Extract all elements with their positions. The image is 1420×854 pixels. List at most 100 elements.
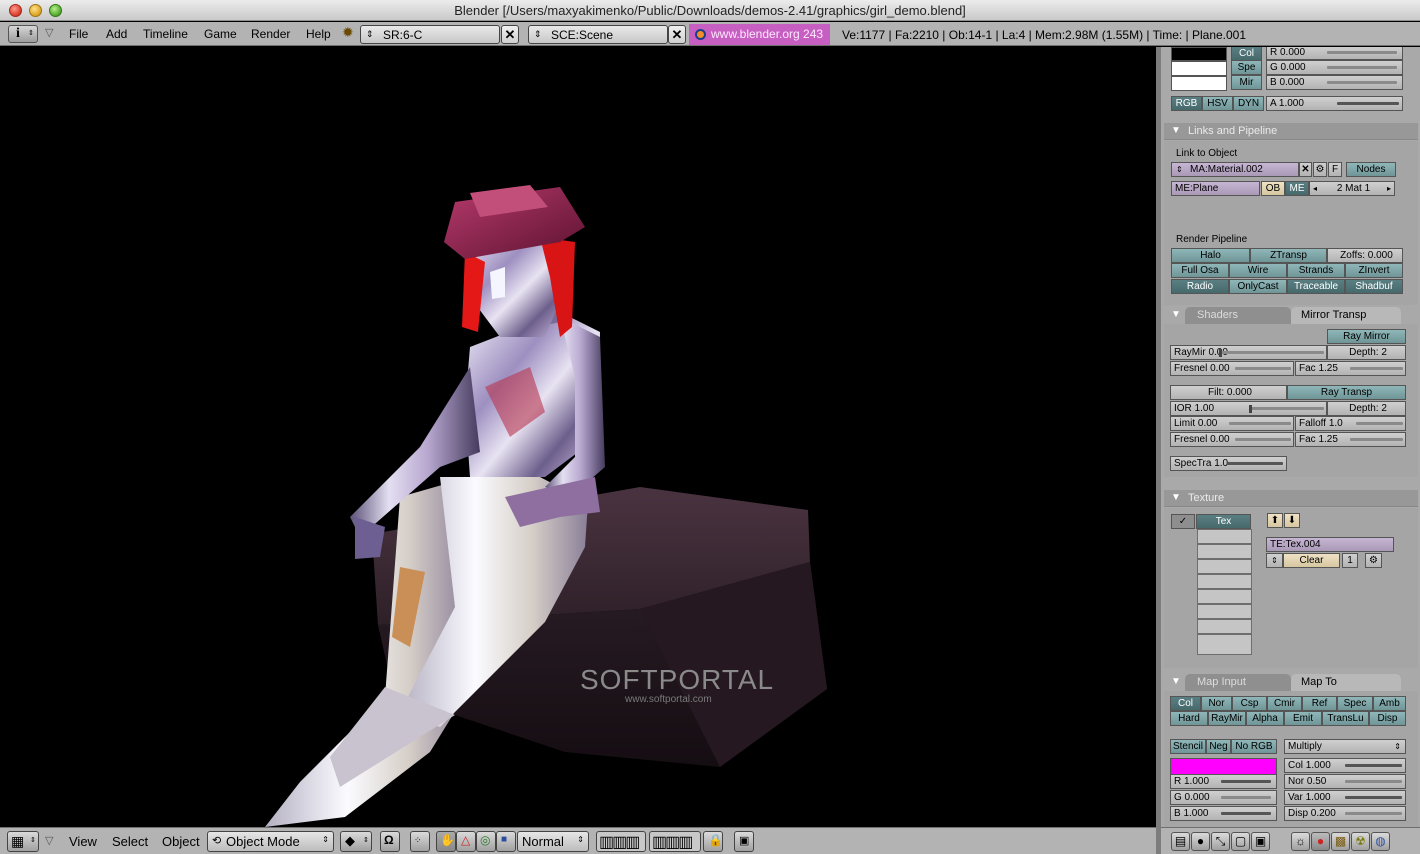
texture-enable-check[interactable]: ✓: [1171, 514, 1195, 529]
menu-render[interactable]: Render: [251, 27, 290, 41]
b-slider[interactable]: B 0.000: [1266, 75, 1403, 90]
texture-color-swatch[interactable]: [1170, 758, 1277, 775]
map-col-toggle[interactable]: Col: [1170, 696, 1201, 711]
blend-mode-selector[interactable]: Multiply ⇕: [1284, 739, 1406, 754]
zoffs-field[interactable]: Zoffs: 0.000: [1327, 248, 1403, 263]
nodes-button[interactable]: Nodes: [1346, 162, 1396, 177]
window-type-selector[interactable]: i ⇕: [8, 25, 38, 43]
map-amb-toggle[interactable]: Amb: [1373, 696, 1406, 711]
map-translu-toggle[interactable]: TransLu: [1322, 711, 1369, 726]
map-cmir-toggle[interactable]: Cmir: [1267, 696, 1302, 711]
rotate-manipulator[interactable]: ◎: [476, 831, 496, 852]
scene-context-button[interactable]: ▣: [1251, 832, 1270, 851]
spectra-slider[interactable]: SpecTra 1.0: [1170, 456, 1287, 471]
map-raymir-toggle[interactable]: RayMir: [1208, 711, 1246, 726]
color-swatch-mir[interactable]: [1171, 76, 1227, 91]
texture-button[interactable]: ▩: [1331, 832, 1350, 851]
collapse-menus-icon[interactable]: ▽: [45, 834, 53, 847]
map-disp-slider[interactable]: Disp 0.200: [1284, 806, 1406, 821]
hsv-button[interactable]: HSV: [1202, 96, 1233, 111]
object-context-button[interactable]: ⤡: [1211, 832, 1230, 851]
ztransp-toggle[interactable]: ZTransp: [1250, 248, 1327, 263]
map-nor-toggle[interactable]: Nor: [1201, 696, 1232, 711]
world-button[interactable]: ◍: [1371, 832, 1390, 851]
tab-map-input[interactable]: Map Input: [1185, 674, 1291, 691]
layers-grid-a[interactable]: ▥▥▥: [596, 831, 646, 852]
texture-browse[interactable]: ⇕: [1266, 553, 1283, 568]
tex-slot-8[interactable]: [1197, 619, 1252, 634]
zinvert-toggle[interactable]: ZInvert: [1345, 263, 1403, 278]
mode-selector[interactable]: ⟲ Object Mode ⇕: [207, 831, 334, 852]
tab-mirror-transp[interactable]: Mirror Transp: [1291, 307, 1401, 324]
full-osa-toggle[interactable]: Full Osa: [1171, 263, 1229, 278]
stencil-toggle[interactable]: Stencil: [1170, 739, 1206, 754]
rgb-button[interactable]: RGB: [1171, 96, 1202, 111]
material-button[interactable]: ●: [1311, 832, 1330, 851]
strands-toggle[interactable]: Strands: [1287, 263, 1345, 278]
screen-browse-field[interactable]: ⇕ SR:6-C: [360, 25, 500, 44]
blender-url-button[interactable]: www.blender.org 243: [689, 24, 830, 45]
layers-grid-b[interactable]: ▥▥▥: [649, 831, 701, 852]
ray-mirror-toggle[interactable]: Ray Mirror: [1327, 329, 1406, 344]
logic-context-button[interactable]: ▤: [1171, 832, 1190, 851]
scale-manipulator[interactable]: ■: [496, 831, 516, 852]
neg-toggle[interactable]: Neg: [1206, 739, 1231, 754]
fac2-slider[interactable]: Fac 1.25: [1295, 432, 1406, 447]
tab-map-to[interactable]: Map To: [1291, 674, 1401, 691]
texture-users[interactable]: 1: [1342, 553, 1358, 568]
fac1-slider[interactable]: Fac 1.25: [1295, 361, 1406, 376]
collapse-triangle-icon[interactable]: ▼: [1171, 309, 1181, 320]
tex-slot-2[interactable]: [1197, 529, 1252, 544]
color-swatch-spe[interactable]: [1171, 61, 1227, 76]
shading-context-button[interactable]: ●: [1191, 832, 1210, 851]
fake-user-button[interactable]: F: [1328, 162, 1342, 177]
menu-select[interactable]: Select: [112, 834, 148, 849]
tex-slot-1[interactable]: Tex: [1196, 514, 1251, 529]
manipulator-toggle[interactable]: ✋: [436, 831, 456, 852]
copy-tex-button[interactable]: ⬆: [1267, 513, 1283, 528]
delete-scene-button[interactable]: ✕: [668, 25, 686, 44]
map-col-slider[interactable]: Col 1.000: [1284, 758, 1406, 773]
map-alpha-toggle[interactable]: Alpha: [1246, 711, 1284, 726]
radio-toggle[interactable]: Radio: [1171, 279, 1229, 294]
radiosity-button[interactable]: ☢: [1351, 832, 1370, 851]
delete-screen-button[interactable]: ✕: [501, 25, 519, 44]
tex-slot-4[interactable]: [1197, 559, 1252, 574]
material-browse[interactable]: ⇕ MA:Material.002: [1171, 162, 1299, 177]
shadbuf-toggle[interactable]: Shadbuf: [1345, 279, 1403, 294]
unlink-material-button[interactable]: ✕: [1299, 162, 1312, 177]
r-slider[interactable]: R 0.000: [1266, 47, 1403, 60]
clear-texture-button[interactable]: Clear: [1283, 553, 1340, 568]
halo-toggle[interactable]: Halo: [1171, 248, 1250, 263]
mir-tab[interactable]: Mir: [1231, 75, 1262, 90]
me-button[interactable]: ME: [1285, 181, 1309, 196]
scene-browse-field[interactable]: ⇕ SCE:Scene: [528, 25, 668, 44]
collapse-menus-icon[interactable]: ▽: [45, 26, 53, 39]
spe-tab[interactable]: Spe: [1231, 60, 1262, 75]
links-panel-header[interactable]: ▼ Links and Pipeline: [1164, 123, 1418, 140]
sun-icon[interactable]: ✹: [342, 24, 354, 41]
menu-file[interactable]: File: [69, 27, 88, 41]
pivot-button[interactable]: Ω: [380, 831, 400, 852]
lamp-button[interactable]: ☼: [1291, 832, 1310, 851]
translate-manipulator[interactable]: △: [456, 831, 476, 852]
tex-g-slider[interactable]: G 0.000: [1170, 790, 1277, 805]
map-emit-toggle[interactable]: Emit: [1284, 711, 1322, 726]
menu-timeline[interactable]: Timeline: [143, 27, 188, 41]
tex-slot-5[interactable]: [1197, 574, 1252, 589]
tex-slot-3[interactable]: [1197, 544, 1252, 559]
no-rgb-toggle[interactable]: No RGB: [1231, 739, 1277, 754]
raymir-slider[interactable]: RayMir 0.00: [1170, 345, 1327, 360]
dyn-button[interactable]: DYN: [1233, 96, 1264, 111]
map-ref-toggle[interactable]: Ref: [1302, 696, 1337, 711]
menu-add[interactable]: Add: [106, 27, 127, 41]
fake-user-car-icon[interactable]: ⚙: [1313, 162, 1327, 177]
material-index-stepper[interactable]: ◂ 2 Mat 1 ▸: [1309, 181, 1395, 196]
tex-slot-6[interactable]: [1197, 589, 1252, 604]
ob-button[interactable]: OB: [1261, 181, 1285, 196]
lock-layers-button[interactable]: 🔒: [703, 831, 723, 852]
draw-type-selector[interactable]: ◆ ⇕: [340, 831, 372, 852]
col-tab[interactable]: Col: [1231, 47, 1262, 61]
texture-name[interactable]: TE:Tex.004: [1266, 537, 1394, 552]
map-nor-slider[interactable]: Nor 0.50: [1284, 774, 1406, 789]
